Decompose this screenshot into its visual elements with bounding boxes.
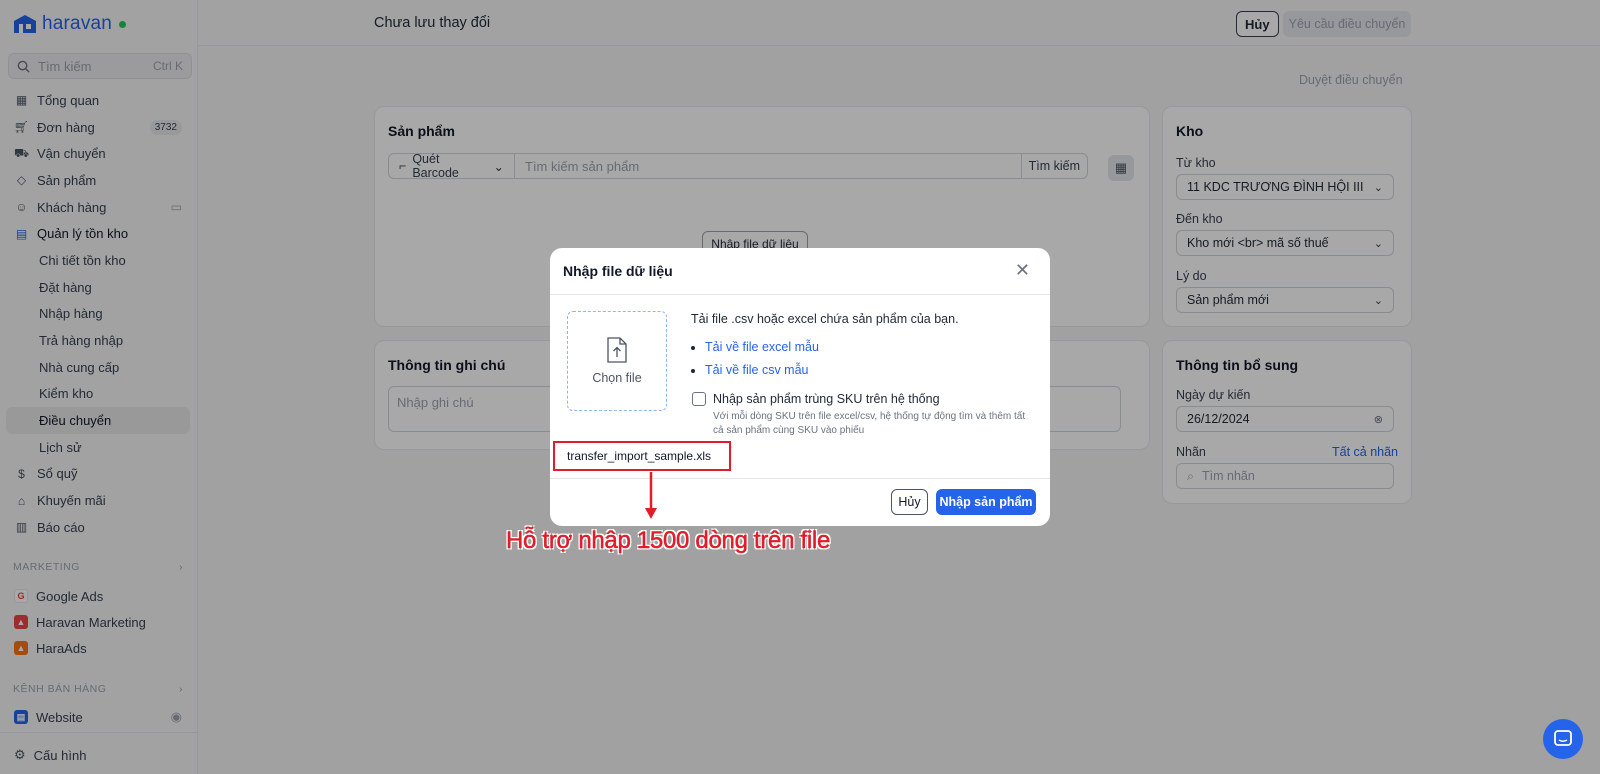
modal-title: Nhập file dữ liệu — [563, 263, 673, 279]
import-modal: Nhập file dữ liệu ✕ Chọn file Tải file .… — [550, 248, 1050, 526]
annotation-arrow-icon — [645, 472, 657, 519]
bullet — [691, 346, 695, 350]
bullet — [691, 369, 695, 373]
duplicate-sku-label: Nhập sản phẩm trùng SKU trên hệ thống — [713, 392, 940, 406]
duplicate-sku-help: Với mỗi dòng SKU trên file excel/csv, hệ… — [713, 411, 1026, 436]
file-upload-icon — [607, 337, 627, 363]
selected-file-name: transfer_import_sample.xls — [553, 441, 731, 471]
modal-description: Tải file .csv hoặc excel chứa sản phẩm c… — [691, 312, 959, 326]
duplicate-sku-checkbox[interactable] — [692, 392, 706, 406]
download-excel-link[interactable]: Tải về file excel mẫu — [705, 340, 819, 354]
import-products-button[interactable]: Nhập sản phẩm — [936, 489, 1036, 515]
chat-button[interactable] — [1543, 719, 1583, 759]
close-icon[interactable]: ✕ — [1015, 260, 1030, 281]
annotation-text: Hỗ trợ nhập 1500 dòng trên file — [506, 527, 831, 555]
choose-file-dropzone[interactable]: Chọn file — [567, 311, 667, 411]
choose-file-label: Chọn file — [592, 371, 642, 385]
modal-header: Nhập file dữ liệu ✕ — [550, 248, 1050, 295]
modal-footer: Hủy Nhập sản phẩm — [550, 478, 1050, 526]
modal-cancel-button[interactable]: Hủy — [891, 489, 928, 515]
download-csv-link[interactable]: Tải về file csv mẫu — [705, 363, 809, 377]
app: haravan Tìm kiếm Ctrl K ▦ Tổng quan 🛒︎ Đơn… — [0, 0, 1600, 774]
chat-icon — [1554, 730, 1572, 746]
